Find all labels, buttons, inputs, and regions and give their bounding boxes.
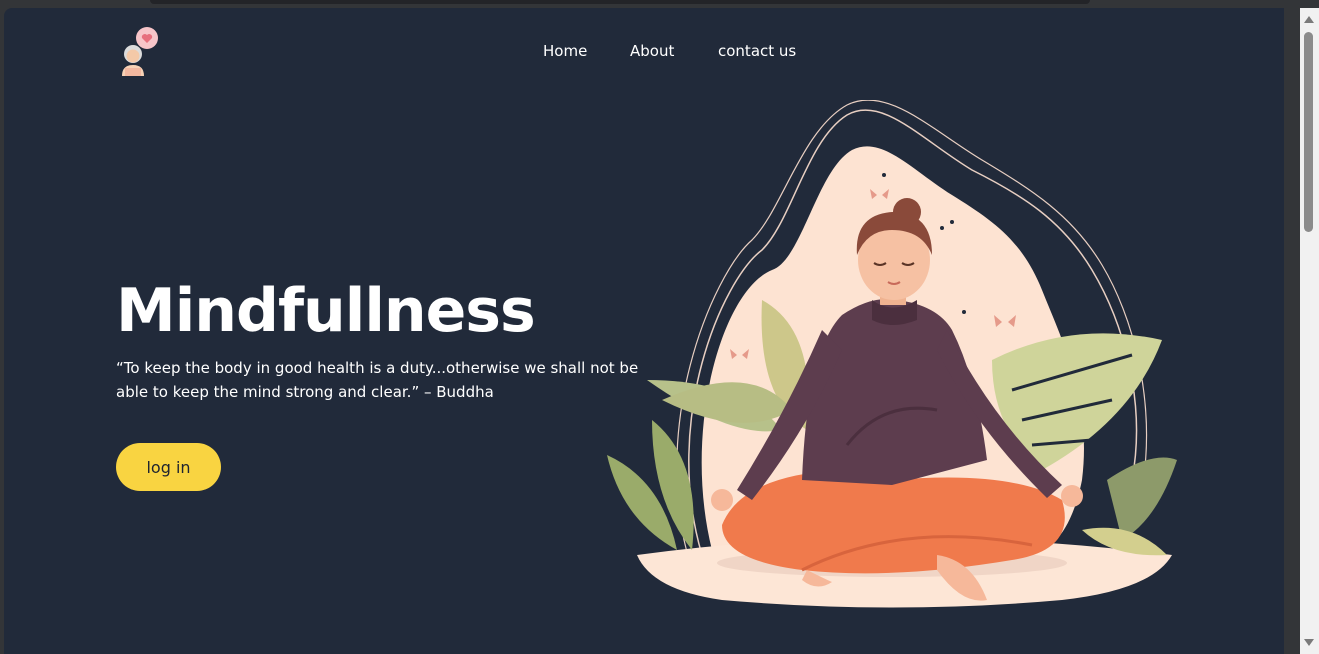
logo-icon[interactable]: [116, 24, 160, 76]
hero-title: Mindfullness: [116, 276, 536, 346]
browser-top-strip: [0, 0, 1319, 8]
page-scrollbar[interactable]: [1300, 8, 1319, 654]
hero-quote: “To keep the body in good health is a du…: [116, 359, 639, 401]
browser-tab-bar: [150, 0, 1090, 4]
nav-link-home[interactable]: Home: [543, 42, 587, 60]
nav-link-about[interactable]: About: [630, 42, 674, 60]
login-button[interactable]: log in: [116, 443, 221, 491]
scroll-down-icon[interactable]: [1304, 639, 1314, 646]
nav-link-contact[interactable]: contact us: [718, 42, 796, 60]
scroll-up-icon[interactable]: [1304, 16, 1314, 23]
scroll-thumb[interactable]: [1304, 32, 1313, 232]
page-viewport: Home About contact us Mindfullness “To k…: [4, 8, 1284, 654]
meditation-illustration-icon: [607, 100, 1177, 608]
